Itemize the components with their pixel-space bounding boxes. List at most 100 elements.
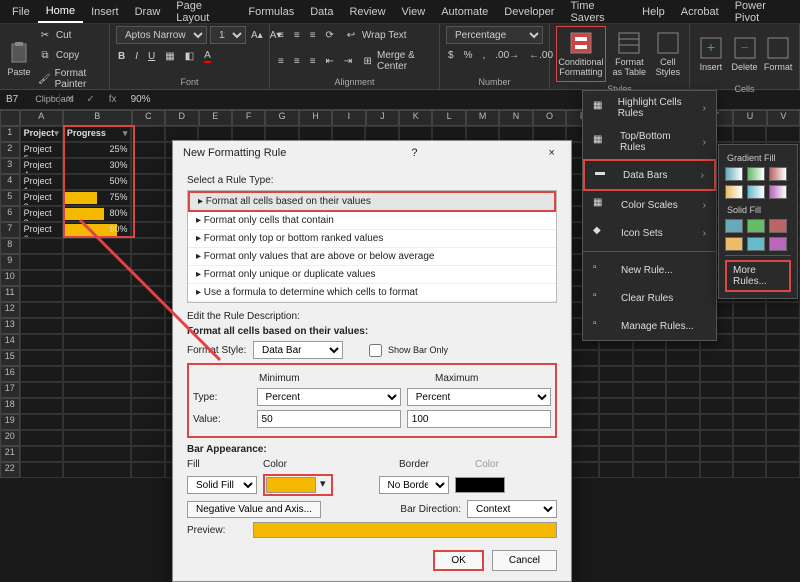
cell-S17[interactable] — [666, 382, 699, 398]
align-right-button[interactable]: ≡ — [308, 48, 318, 74]
col-header-L[interactable]: L — [432, 110, 465, 126]
cell-A9[interactable] — [20, 254, 63, 270]
col-header-D[interactable]: D — [165, 110, 198, 126]
cell-A18[interactable] — [20, 398, 63, 414]
cell-S21[interactable] — [666, 446, 699, 462]
merge-center-button[interactable]: ⊞Merge & Center — [360, 48, 433, 74]
cell-T22[interactable] — [700, 462, 733, 478]
row-header-2[interactable]: 2 — [0, 142, 20, 158]
col-header-U[interactable]: U — [733, 110, 766, 126]
swatch-gradient-blue[interactable] — [725, 167, 743, 181]
row-header-7[interactable]: 7 — [0, 222, 20, 238]
row-header-12[interactable]: 12 — [0, 302, 20, 318]
name-box[interactable]: B7 — [0, 94, 60, 105]
fx-label[interactable]: fx — [101, 94, 125, 105]
menu-tab-draw[interactable]: Draw — [127, 2, 169, 22]
cell-C12[interactable] — [131, 302, 164, 318]
col-header-F[interactable]: F — [232, 110, 265, 126]
cell-A17[interactable] — [20, 382, 63, 398]
row-header-16[interactable]: 16 — [0, 366, 20, 382]
cell-B19[interactable] — [63, 414, 132, 430]
indent-dec-button[interactable]: ⇤ — [324, 48, 336, 74]
swatch-solid-green[interactable] — [747, 219, 765, 233]
swatch-gradient-green[interactable] — [747, 167, 765, 181]
cell-Q21[interactable] — [599, 446, 632, 462]
swatch-solid-cyan[interactable] — [747, 237, 765, 251]
align-bottom-button[interactable]: ≡ — [308, 26, 318, 44]
menu-tab-file[interactable]: File — [4, 2, 38, 22]
type-min-select[interactable]: Percent — [257, 388, 401, 406]
cell-C16[interactable] — [131, 366, 164, 382]
cell-U12[interactable] — [733, 302, 766, 318]
cell-V21[interactable] — [766, 446, 799, 462]
cell-R20[interactable] — [633, 430, 666, 446]
cell-A3[interactable]: Project 4 — [20, 158, 63, 174]
cell-B20[interactable] — [63, 430, 132, 446]
cell-A20[interactable] — [20, 430, 63, 446]
rule-type-item[interactable]: ▸ Use a formula to determine which cells… — [188, 284, 556, 302]
orientation-button[interactable]: ⟳ — [324, 26, 336, 44]
cell-A11[interactable] — [20, 286, 63, 302]
cell-B4[interactable]: 50% — [63, 174, 132, 190]
rule-type-item[interactable]: ▸ Format only cells that contain — [188, 212, 556, 230]
swatch-solid-purple[interactable] — [769, 237, 787, 251]
cell-R21[interactable] — [633, 446, 666, 462]
cf-menu-top-bottom-rules[interactable]: ▦Top/Bottom Rules› — [583, 125, 716, 159]
menu-tab-home[interactable]: Home — [38, 1, 83, 23]
cell-A6[interactable]: Project 3 — [20, 206, 63, 222]
col-header-V[interactable]: V — [767, 110, 800, 126]
cell-V12[interactable] — [766, 302, 799, 318]
show-bar-only-checkbox[interactable] — [369, 344, 382, 357]
row-header-14[interactable]: 14 — [0, 334, 20, 350]
cell-B1[interactable]: Progress ▾ — [63, 126, 132, 142]
negative-value-button[interactable]: Negative Value and Axis... — [187, 501, 321, 518]
cell-C11[interactable] — [131, 286, 164, 302]
increase-decimal-button[interactable]: .00→ — [493, 48, 521, 63]
cell-A22[interactable] — [20, 462, 63, 478]
row-header-20[interactable]: 20 — [0, 430, 20, 446]
cell-B2[interactable]: 25% — [63, 142, 132, 158]
cf-menu-color-scales[interactable]: ▦Color Scales› — [583, 191, 716, 219]
cf-menu-clear-rules[interactable]: ▫Clear Rules — [583, 284, 716, 312]
cell-B13[interactable] — [63, 318, 132, 334]
menu-tab-formulas[interactable]: Formulas — [240, 2, 302, 22]
cell-B6[interactable]: 80% — [63, 206, 132, 222]
insert-cells-button[interactable]: + Insert — [696, 26, 726, 82]
cell-B15[interactable] — [63, 350, 132, 366]
cell-V18[interactable] — [766, 398, 799, 414]
cell-V1[interactable] — [766, 126, 799, 142]
col-header-A[interactable]: A — [20, 110, 63, 126]
cell-Q15[interactable] — [599, 350, 632, 366]
underline-button[interactable]: U — [146, 48, 157, 65]
cell-T20[interactable] — [700, 430, 733, 446]
rule-type-item[interactable]: ▸ Format only values that are above or b… — [188, 248, 556, 266]
align-left-button[interactable]: ≡ — [276, 48, 286, 74]
cell-C7[interactable] — [131, 222, 164, 238]
cell-C5[interactable] — [131, 190, 164, 206]
cell-V16[interactable] — [766, 366, 799, 382]
cf-menu-data-bars[interactable]: ▬Data Bars› — [583, 159, 716, 191]
cell-S15[interactable] — [666, 350, 699, 366]
swatch-solid-red[interactable] — [769, 219, 787, 233]
swatch-gradient-cyan[interactable] — [747, 185, 765, 199]
cell-B11[interactable] — [63, 286, 132, 302]
cell-C21[interactable] — [131, 446, 164, 462]
fill-color-button[interactable]: ◧ — [183, 48, 196, 65]
cell-Q22[interactable] — [599, 462, 632, 478]
border-button[interactable]: ▦ — [163, 48, 176, 65]
cell-C3[interactable] — [131, 158, 164, 174]
cell-C8[interactable] — [131, 238, 164, 254]
align-top-button[interactable]: ≡ — [276, 26, 286, 44]
cell-R19[interactable] — [633, 414, 666, 430]
col-header-M[interactable]: M — [466, 110, 499, 126]
cell-C10[interactable] — [131, 270, 164, 286]
indent-inc-button[interactable]: ⇥ — [342, 48, 354, 74]
col-header-C[interactable]: C — [132, 110, 165, 126]
cell-B7[interactable]: 90% — [63, 222, 132, 238]
dialog-help-button[interactable]: ? — [403, 147, 425, 159]
dialog-close-button[interactable]: × — [543, 147, 561, 159]
type-max-select[interactable]: Percent — [407, 388, 551, 406]
cell-T16[interactable] — [700, 366, 733, 382]
delete-cells-button[interactable]: − Delete — [730, 26, 760, 82]
cell-U16[interactable] — [733, 366, 766, 382]
